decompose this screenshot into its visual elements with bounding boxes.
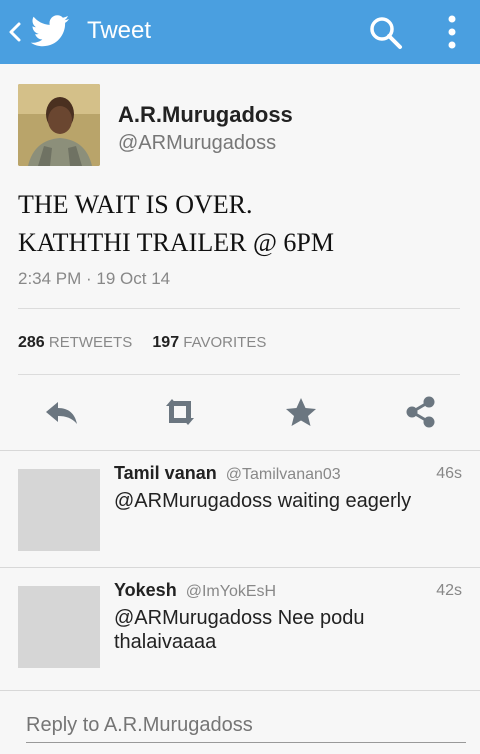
reply-avatar[interactable] — [18, 586, 100, 668]
reply-author-name[interactable]: Yokesh — [114, 580, 177, 600]
reply-header: Tamil vanan @Tamilvanan03 — [114, 463, 341, 484]
tweet-timestamp: 2:34 PM · 19 Oct 14 — [18, 269, 171, 288]
author-name[interactable]: A.R.Murugadoss — [118, 102, 293, 128]
retweet-icon[interactable] — [160, 394, 200, 430]
reply-item[interactable]: Yokesh @ImYokEsH 42s @ARMurugadoss Nee p… — [0, 567, 480, 690]
reply-author-name[interactable]: Tamil vanan — [114, 463, 217, 483]
tweet-text-line: KATHTHI TRAILER @ 6PM — [18, 228, 334, 257]
retweets-stat[interactable]: 286 RETWEETS — [18, 334, 132, 352]
reply-time: 46s — [436, 465, 462, 482]
reply-author-handle[interactable]: @ImYokEsH — [186, 583, 276, 600]
overflow-menu-icon[interactable] — [440, 12, 464, 52]
author-handle[interactable]: @ARMurugadoss — [118, 132, 276, 155]
reply-text: @ARMurugadoss Nee podu thalaivaaaa — [114, 607, 365, 653]
reply-text: @ARMurugadoss waiting eagerly — [114, 490, 412, 512]
reply-input[interactable] — [26, 709, 466, 743]
favorites-count: 197 — [152, 334, 180, 351]
retweets-label: RETWEETS — [48, 334, 133, 351]
favorite-star-icon[interactable] — [281, 394, 321, 430]
reply-icon[interactable] — [42, 394, 82, 430]
tweet-text: THE WAIT IS OVER. KATHTHI TRAILER @ 6PM — [18, 186, 458, 262]
twitter-bird-icon[interactable] — [30, 15, 70, 49]
screen-title: Tweet — [87, 17, 152, 44]
favorites-label: FAVORITES — [183, 334, 267, 351]
app-top-bar: Tweet — [0, 0, 480, 64]
reply-item[interactable]: Tamil vanan @Tamilvanan03 46s @ARMurugad… — [0, 450, 480, 567]
tweet-stats: 286 RETWEETS 197 FAVORITES — [18, 334, 282, 352]
reply-header: Yokesh @ImYokEsH — [114, 580, 276, 601]
reply-time: 42s — [436, 582, 462, 599]
reply-composer — [0, 690, 480, 754]
divider — [18, 374, 460, 375]
tweet-detail-card: A.R.Murugadoss @ARMurugadoss THE WAIT IS… — [0, 64, 480, 450]
author-avatar[interactable] — [18, 84, 100, 166]
chevron-left-icon[interactable] — [6, 18, 24, 46]
tweet-text-line: THE WAIT IS OVER. — [18, 190, 253, 219]
search-icon[interactable] — [366, 14, 406, 52]
share-icon[interactable] — [400, 394, 440, 430]
divider — [18, 308, 460, 309]
reply-author-handle[interactable]: @Tamilvanan03 — [226, 466, 341, 483]
reply-avatar[interactable] — [18, 469, 100, 551]
retweets-count: 286 — [18, 334, 45, 351]
favorites-stat[interactable]: 197 FAVORITES — [152, 334, 266, 352]
